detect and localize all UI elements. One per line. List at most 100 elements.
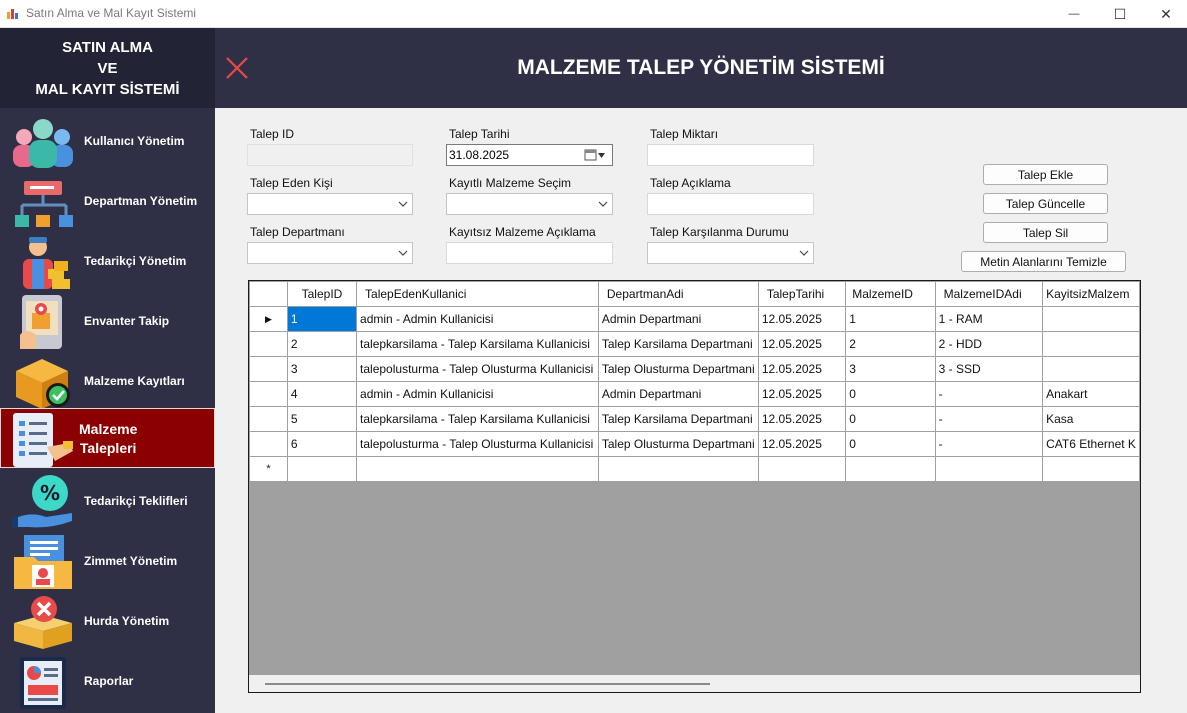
table-cell[interactable] bbox=[1042, 331, 1140, 357]
table-cell[interactable]: admin - Admin Kullanicisi bbox=[356, 381, 599, 407]
nav-item-hurda[interactable]: Hurda Yönetim bbox=[0, 591, 215, 651]
table-row[interactable]: 5 talepkarsilama - Talep Karsilama Kulla… bbox=[249, 406, 1140, 432]
temizle-button[interactable]: Metin Alanlarını Temizle bbox=[961, 251, 1126, 272]
table-cell[interactable]: - bbox=[934, 431, 1044, 457]
talep-id-field[interactable] bbox=[247, 144, 413, 166]
table-cell[interactable] bbox=[934, 456, 1044, 482]
row-header[interactable]: * bbox=[249, 456, 288, 482]
table-cell[interactable]: talepkarsilama - Talep Karsilama Kullani… bbox=[356, 331, 599, 357]
scrollbar-thumb[interactable] bbox=[265, 683, 710, 685]
table-cell[interactable]: Talep Karsilama Departmani bbox=[597, 406, 759, 432]
table-cell[interactable]: 1 bbox=[845, 306, 936, 332]
talep-eden-select[interactable] bbox=[247, 193, 413, 215]
table-cell[interactable]: 6 bbox=[286, 431, 358, 457]
table-cell[interactable]: Talep Olusturma Departmani bbox=[597, 431, 759, 457]
row-header[interactable] bbox=[249, 356, 288, 382]
talep-miktari-field[interactable] bbox=[647, 144, 814, 166]
horizontal-scrollbar[interactable] bbox=[248, 675, 1141, 693]
column-header[interactable]: MalzemeID bbox=[845, 281, 936, 307]
table-cell[interactable]: 12.05.2025 bbox=[757, 331, 847, 357]
table-cell[interactable]: 2 bbox=[286, 331, 358, 357]
table-cell[interactable] bbox=[845, 456, 936, 482]
table-row[interactable]: 3 talepolusturma - Talep Olusturma Kulla… bbox=[249, 356, 1140, 382]
table-cell[interactable]: - bbox=[934, 406, 1044, 432]
table-cell[interactable] bbox=[757, 456, 847, 482]
table-cell[interactable]: 4 bbox=[286, 381, 358, 407]
row-header[interactable] bbox=[249, 381, 288, 407]
table-row[interactable]: 2 talepkarsilama - Talep Karsilama Kulla… bbox=[249, 331, 1140, 357]
table-cell[interactable]: 3 bbox=[845, 356, 936, 382]
table-cell[interactable]: Admin Departmani bbox=[597, 381, 759, 407]
column-header[interactable]: DepartmanAdi bbox=[597, 281, 759, 307]
table-row[interactable]: 4 admin - Admin Kullanicisi Admin Depart… bbox=[249, 381, 1140, 407]
nav-item-departman[interactable]: Departman Yönetim bbox=[0, 171, 215, 231]
nav-item-raporlar[interactable]: Raporlar bbox=[0, 651, 215, 711]
talep-grid[interactable]: TalepID TalepEdenKullanici DepartmanAdi … bbox=[248, 280, 1141, 693]
table-cell[interactable]: Kasa bbox=[1042, 406, 1140, 432]
talep-guncelle-button[interactable]: Talep Güncelle bbox=[983, 193, 1108, 214]
table-row[interactable]: 6 talepolusturma - Talep Olusturma Kulla… bbox=[249, 431, 1140, 457]
nav-item-tedarikci[interactable]: Tedarikçi Yönetim bbox=[0, 231, 215, 291]
column-header[interactable]: KayitsizMalzem bbox=[1042, 281, 1140, 307]
talep-departman-select[interactable] bbox=[247, 242, 413, 264]
column-header[interactable]: TalepTarihi bbox=[757, 281, 847, 307]
table-cell[interactable]: - bbox=[934, 381, 1044, 407]
table-cell[interactable]: CAT6 Ethernet K bbox=[1042, 431, 1140, 457]
nav-item-tedarikci-teklif[interactable]: % Tedarikçi Teklifleri bbox=[0, 471, 215, 531]
maximize-button[interactable]: ☐ bbox=[1097, 0, 1143, 28]
row-header[interactable]: ▶ bbox=[249, 306, 288, 332]
row-header[interactable] bbox=[249, 431, 288, 457]
table-row[interactable]: ▶ 1 admin - Admin Kullanicisi Admin Depa… bbox=[249, 306, 1140, 332]
table-cell[interactable]: talepkarsilama - Talep Karsilama Kullani… bbox=[356, 406, 599, 432]
table-cell[interactable]: 12.05.2025 bbox=[757, 381, 847, 407]
talep-tarihi-picker[interactable]: 31.08.2025 bbox=[446, 144, 613, 166]
table-cell[interactable]: Admin Departmani bbox=[597, 306, 759, 332]
table-cell[interactable]: talepolusturma - Talep Olusturma Kullani… bbox=[356, 356, 599, 382]
table-cell[interactable]: admin - Admin Kullanicisi bbox=[356, 306, 599, 332]
table-cell[interactable]: 2 bbox=[845, 331, 936, 357]
kayitli-malzeme-select[interactable] bbox=[446, 193, 613, 215]
row-header[interactable] bbox=[249, 406, 288, 432]
row-header[interactable] bbox=[249, 331, 288, 357]
new-row[interactable]: * bbox=[249, 456, 1140, 482]
nav-item-malzeme-kayit[interactable]: Malzeme Kayıtları bbox=[0, 351, 215, 411]
table-cell[interactable]: 0 bbox=[845, 381, 936, 407]
nav-item-envanter[interactable]: Envanter Takip bbox=[0, 291, 215, 351]
table-cell[interactable] bbox=[1042, 456, 1140, 482]
table-cell[interactable] bbox=[286, 456, 358, 482]
talep-ekle-button[interactable]: Talep Ekle bbox=[983, 164, 1108, 185]
table-cell[interactable]: 0 bbox=[845, 431, 936, 457]
nav-item-zimmet[interactable]: Zimmet Yönetim bbox=[0, 531, 215, 591]
table-cell[interactable]: 1 - RAM bbox=[934, 306, 1044, 332]
table-cell[interactable] bbox=[597, 456, 759, 482]
kayitsiz-malzeme-field[interactable] bbox=[446, 242, 613, 264]
talep-sil-button[interactable]: Talep Sil bbox=[983, 222, 1108, 243]
calendar-dropdown-icon[interactable] bbox=[584, 148, 606, 162]
table-cell[interactable] bbox=[356, 456, 599, 482]
table-cell[interactable]: 1 bbox=[286, 306, 358, 332]
table-cell[interactable]: Talep Olusturma Departmani bbox=[597, 356, 759, 382]
table-cell[interactable] bbox=[1042, 356, 1140, 382]
talep-aciklama-field[interactable] bbox=[647, 193, 814, 215]
column-header[interactable]: TalepEdenKullanici bbox=[356, 281, 599, 307]
table-cell[interactable]: talepolusturma - Talep Olusturma Kullani… bbox=[356, 431, 599, 457]
column-header[interactable]: MalzemeIDAdi bbox=[934, 281, 1044, 307]
nav-item-kullanici[interactable]: Kullanıcı Yönetim bbox=[0, 111, 215, 171]
table-cell[interactable]: 12.05.2025 bbox=[757, 406, 847, 432]
table-cell[interactable]: 12.05.2025 bbox=[757, 306, 847, 332]
table-cell[interactable]: 5 bbox=[286, 406, 358, 432]
table-cell[interactable]: 3 bbox=[286, 356, 358, 382]
table-cell[interactable]: 12.05.2025 bbox=[757, 356, 847, 382]
column-header[interactable]: TalepID bbox=[286, 281, 358, 307]
nav-item-malzeme-talepleri[interactable]: Malzeme Talepleri bbox=[0, 408, 215, 468]
table-cell[interactable]: Talep Karsilama Departmani bbox=[597, 331, 759, 357]
close-window-button[interactable]: ✕ bbox=[1143, 0, 1187, 28]
table-cell[interactable]: Anakart bbox=[1042, 381, 1140, 407]
table-cell[interactable] bbox=[1042, 306, 1140, 332]
table-cell[interactable]: 0 bbox=[845, 406, 936, 432]
table-cell[interactable]: 3 - SSD bbox=[934, 356, 1044, 382]
table-cell[interactable]: 2 - HDD bbox=[934, 331, 1044, 357]
minimize-button[interactable]: — bbox=[1051, 0, 1097, 28]
karsilanma-select[interactable] bbox=[647, 242, 814, 264]
table-cell[interactable]: 12.05.2025 bbox=[757, 431, 847, 457]
